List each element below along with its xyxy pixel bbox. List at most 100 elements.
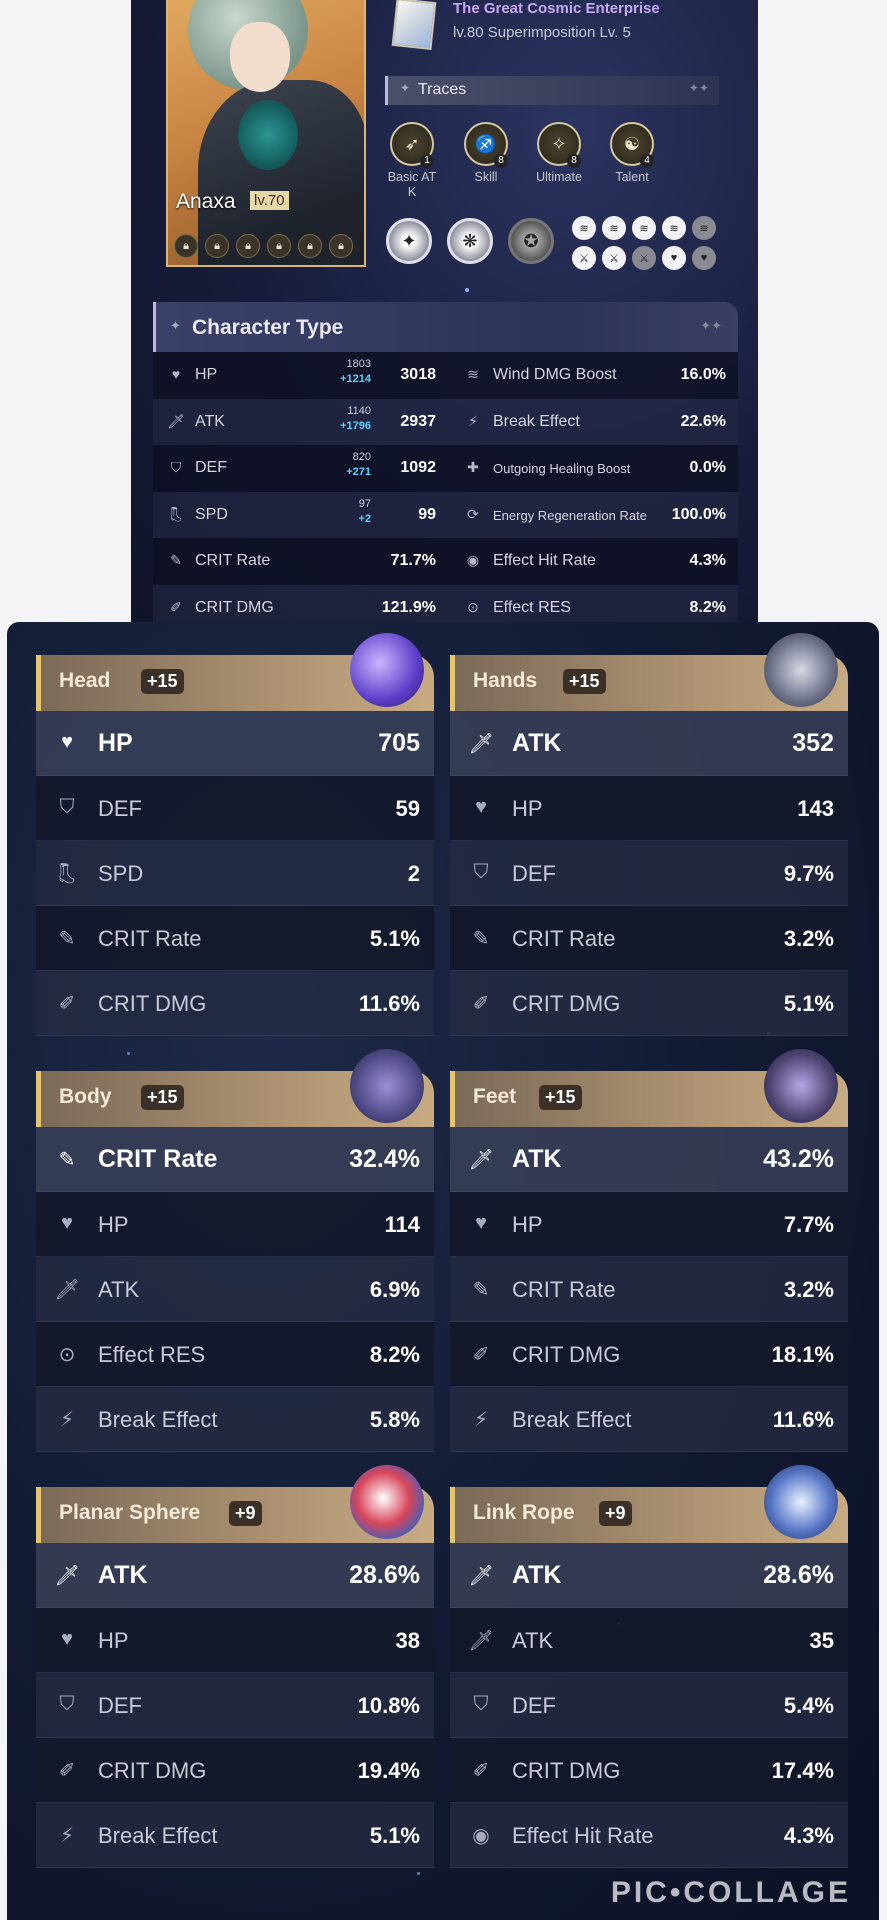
relic-card-body[interactable]: Body +15 ✎ CRIT Rate 32.4% ♥ HP 114 🗡︎ ATK 6.9% ⊙ Ef… [36,1049,434,1452]
relic-stat-value: 19.4% [357,1758,420,1783]
relic-sub-stat: ✐ CRIT DMG 19.4% [36,1738,434,1803]
relic-image [350,1465,424,1539]
major-trace-2-icon[interactable]: ❋ [447,218,493,264]
stat-row: ♥ HP 1803 +1214 3018 ≋ Wind DMG Boost 16.0% [153,352,738,399]
relic-stat-value: 32.4% [349,1145,420,1173]
relic-card-planar-sphere[interactable]: Planar Sphere +9 🗡︎ ATK 28.6% ♥ HP 38 ⛉ DEF 10.8% ✐… [36,1465,434,1868]
relic-sub-stat: ◉ Effect Hit Rate 4.3% [450,1803,848,1868]
wind-icon: ≋ [467,366,479,382]
effect-hit-icon: ◉ [472,1825,490,1847]
relic-stat-value: 5.1% [369,926,420,951]
relic-stat-value: 28.6% [763,1561,834,1589]
stat-name: ATK [195,412,225,430]
relic-stat-name: HP [98,729,133,757]
stat-value: 22.6% [680,412,726,430]
relic-sub-stat: ✎ CRIT Rate 3.2% [450,1257,848,1322]
shield-icon: ⛉ [59,796,75,818]
sword-icon: 🗡︎ [167,412,185,429]
trace-label: Skill [474,170,498,184]
relic-image [764,1049,838,1123]
relic-stat-name: ATK [512,1145,562,1173]
relic-stat-name: ATK [98,1277,140,1302]
relic-stat-name: Break Effect [98,1823,218,1848]
relic-sub-stat: 🗡︎ ATK 6.9% [36,1257,434,1322]
stat-value: 121.9% [381,598,436,616]
relic-sub-stat: ♥ HP 7.7% [450,1192,848,1257]
major-trace-3-icon[interactable]: ✪ [508,218,554,264]
sword-icon: 🗡︎ [468,1630,494,1652]
relic-stat-name: DEF [512,1693,556,1718]
shield-icon: ⛉ [473,861,489,883]
relic-stat-name: CRIT DMG [512,991,621,1016]
eidolon-lock-icon[interactable]: 🔒︎ [236,234,260,258]
eidolon-lock-icon[interactable]: 🔒︎ [329,234,353,258]
heart-icon: ♥ [61,731,73,753]
trace-skill[interactable]: ♐ 8 Skill [451,122,521,185]
relic-level: +9 [229,1501,262,1526]
sword-icon[interactable]: ⚔ [632,246,656,270]
eidolon-lock-icon[interactable]: 🔒︎ [298,234,322,258]
relic-level: +15 [539,1085,582,1110]
relic-main-stat: ♥ HP 705 [36,711,434,776]
relic-card-head[interactable]: Head +15 ♥ HP 705 ⛉ DEF 59 👢︎ SPD 2 ✎ CRIT Rate 5.1% ✐… [36,633,434,1036]
stat-value: 71.7% [390,552,436,569]
relic-sub-stat: ✐ CRIT DMG 17.4% [450,1738,848,1803]
eidolon-lock-icon[interactable]: 🔒︎ [174,234,198,258]
traces-title: Traces [418,81,467,98]
heart-icon[interactable]: ♥ [662,246,686,270]
eidolon-lock-icon[interactable]: 🔒︎ [205,234,229,258]
eidolon-lock-icon[interactable]: 🔒︎ [267,234,291,258]
decor-icon: ✦✦ [688,81,709,95]
wind-icon[interactable]: ≋ [572,216,596,240]
relic-stat-name: Effect Hit Rate [512,1823,654,1848]
relic-image [764,633,838,707]
character-portrait[interactable]: Anaxa lv.70 🔒︎ 🔒︎ 🔒︎ 🔒︎ 🔒︎ 🔒︎ [166,0,366,267]
relic-sub-stat: ✎ CRIT Rate 5.1% [36,906,434,971]
stat-name: HP [195,366,218,383]
relic-sub-stat: ⚡︎ Break Effect 5.8% [36,1387,434,1452]
wind-icon[interactable]: ≋ [662,216,686,240]
sword-icon[interactable]: ⚔ [572,246,596,270]
portrait-accent [238,100,298,170]
stat-name: Break Effect [493,412,580,430]
basic-attack-icon: ➶ 1 [390,122,434,168]
relic-sub-stat: ✎ CRIT Rate 3.2% [450,906,848,971]
effect-res-icon: ⊙ [467,598,479,615]
character-card: Anaxa lv.70 🔒︎ 🔒︎ 🔒︎ 🔒︎ 🔒︎ 🔒︎ The Great … [131,0,758,632]
relic-sub-stat: ✐ CRIT DMG 18.1% [450,1322,848,1387]
major-trace-1-icon[interactable]: ✦ [386,218,432,264]
relic-stat-value: 28.6% [349,1561,420,1589]
heal-icon: ✚ [467,459,479,475]
crit-dmg-icon: ✐ [472,993,490,1015]
stat-value: 3018 [400,366,436,383]
sword-icon[interactable]: ⚔ [602,246,626,270]
relic-header: Head +15 [36,633,434,711]
relic-stat-value: 6.9% [369,1277,420,1302]
trace-basic-attack[interactable]: ➶ 1 Basic AT K [377,122,447,200]
heart-icon[interactable]: ♥ [692,246,716,270]
energy-icon: ⟳ [467,505,479,522]
trace-ultimate[interactable]: ✧ 8 Ultimate [524,122,594,185]
trace-label: Ultimate [536,170,582,184]
relic-stat-value: 35 [809,1628,834,1653]
relic-card-link-rope[interactable]: Link Rope +9 🗡︎ ATK 28.6% 🗡︎ ATK 35 ⛉ DEF 5.4% ✐ CRI… [450,1465,848,1868]
relic-main-stat: 🗡︎ ATK 43.2% [450,1127,848,1192]
trace-talent[interactable]: ☯ 4 Talent [597,122,667,185]
relic-stat-name: Break Effect [98,1407,218,1432]
break-icon: ⚡︎ [473,1409,489,1431]
relic-card-feet[interactable]: Feet +15 🗡︎ ATK 43.2% ♥ HP 7.7% ✎ CRIT Rate 3.2% ✐ C… [450,1049,848,1452]
light-cone-icon[interactable] [391,0,437,50]
relic-card-hands[interactable]: Hands +15 🗡︎ ATK 352 ♥ HP 143 ⛉ DEF 9.7% ✎ CRIT Rate… [450,633,848,1036]
wind-icon[interactable]: ≋ [692,216,716,240]
wind-icon[interactable]: ≋ [632,216,656,240]
portrait-face [230,22,290,92]
relic-stat-name: CRIT DMG [512,1342,621,1367]
relic-header: Planar Sphere +9 [36,1465,434,1543]
stat-value: 4.3% [689,552,726,569]
relic-stat-name: CRIT DMG [98,991,207,1016]
relic-stat-value: 8.2% [369,1342,420,1367]
stat-value: 1092 [400,459,436,476]
relic-sub-stat: ⚡︎ Break Effect 5.1% [36,1803,434,1868]
wind-icon[interactable]: ≋ [602,216,626,240]
crit-dmg-icon: ✐ [472,1760,490,1782]
